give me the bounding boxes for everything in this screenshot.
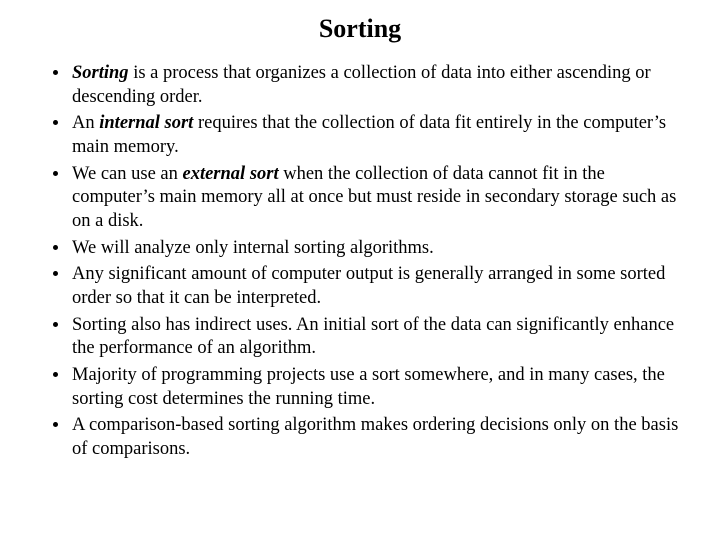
term-sorting: Sorting [72, 63, 129, 83]
list-item: An internal sort requires that the colle… [70, 112, 684, 159]
bullet-text: A comparison-based sorting algorithm mak… [72, 415, 678, 459]
bullet-list: Sorting is a process that organizes a co… [36, 62, 684, 462]
slide-title: Sorting [36, 14, 684, 44]
list-item: Sorting also has indirect uses. An initi… [70, 314, 684, 361]
bullet-text: is a process that organizes a collection… [72, 63, 651, 107]
bullet-text: An [72, 113, 99, 133]
bullet-text: Majority of programming projects use a s… [72, 365, 665, 409]
term-external-sort: external sort [183, 164, 279, 184]
term-internal-sort: internal sort [99, 113, 193, 133]
list-item: A comparison-based sorting algorithm mak… [70, 414, 684, 461]
slide: Sorting Sorting is a process that organi… [0, 0, 720, 540]
list-item: Majority of programming projects use a s… [70, 364, 684, 411]
list-item: We will analyze only internal sorting al… [70, 237, 684, 261]
bullet-text: Any significant amount of computer outpu… [72, 264, 665, 308]
bullet-text: We can use an [72, 164, 183, 184]
bullet-text: Sorting also has indirect uses. An initi… [72, 315, 674, 359]
list-item: Sorting is a process that organizes a co… [70, 62, 684, 109]
list-item: Any significant amount of computer outpu… [70, 263, 684, 310]
list-item: We can use an external sort when the col… [70, 163, 684, 234]
bullet-text: We will analyze only internal sorting al… [72, 238, 434, 258]
